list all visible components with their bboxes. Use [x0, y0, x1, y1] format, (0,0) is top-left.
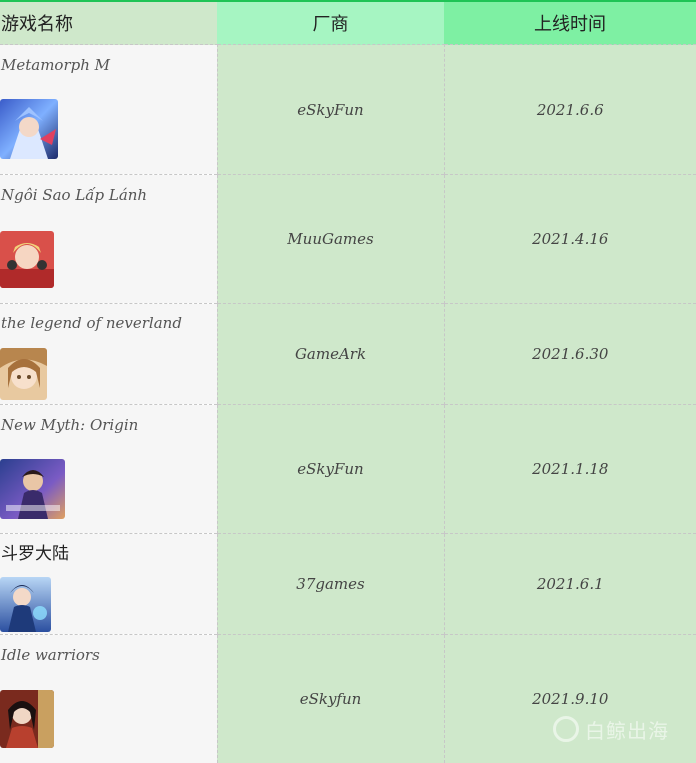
- game-name: Metamorph M: [1, 56, 111, 74]
- header-vendor: 厂商: [217, 2, 444, 45]
- table-row: 斗罗大陆 37games 2021.6.1: [0, 533, 696, 635]
- launch-date-cell: 2021.4.16: [444, 174, 696, 304]
- table-row: Ngôi Sao Lấp Lánh MuuGames 2021.4.16: [0, 174, 696, 304]
- header-game-name: 游戏名称: [0, 2, 217, 45]
- game-name-cell: 斗罗大陆: [0, 533, 218, 635]
- game-name-cell: Idle warriors: [0, 634, 218, 763]
- game-thumbnail-new-myth-origin: [0, 459, 65, 519]
- vendor-cell: eSkyfun: [217, 634, 445, 763]
- game-thumbnail-legend-of-neverland: [0, 348, 47, 400]
- games-table: 游戏名称 厂商 上线时间 Metamorph M eSkyFun 2021.6.…: [0, 2, 696, 763]
- game-name-cell: Ngôi Sao Lấp Lánh: [0, 174, 218, 304]
- table-row: the legend of neverland GameArk 2021.6.3…: [0, 303, 696, 405]
- game-name-cell: Metamorph M: [0, 44, 218, 175]
- game-thumbnail-douluo-dalu: [0, 577, 51, 632]
- table-header-row: 游戏名称 厂商 上线时间: [0, 2, 696, 45]
- launch-date-cell: 2021.6.30: [444, 303, 696, 405]
- game-name: the legend of neverland: [1, 314, 182, 332]
- vendor-cell: MuuGames: [217, 174, 445, 304]
- game-thumbnail-ngoi-sao-lap-lanh: [0, 231, 54, 288]
- launch-date-cell: 2021.6.1: [444, 533, 696, 635]
- table-row: New Myth: Origin eSkyFun 2021.1.18: [0, 404, 696, 534]
- vendor-cell: GameArk: [217, 303, 445, 405]
- whale-logo-icon: [553, 716, 579, 742]
- launch-date-cell: 2021.6.6: [444, 44, 696, 175]
- game-name: New Myth: Origin: [1, 416, 139, 434]
- game-name: 斗罗大陆: [1, 544, 69, 564]
- table-row: Metamorph M eSkyFun 2021.6.6: [0, 44, 696, 175]
- game-thumbnail-idle-warriors: [0, 690, 54, 748]
- header-launch-date: 上线时间: [444, 2, 696, 45]
- game-name-cell: the legend of neverland: [0, 303, 218, 405]
- vendor-cell: 37games: [217, 533, 445, 635]
- game-thumbnail-metamorph-m: [0, 99, 58, 159]
- game-name: Idle warriors: [1, 646, 100, 664]
- launch-date-cell: 2021.1.18: [444, 404, 696, 534]
- watermark-text: 白鲸出海: [585, 719, 669, 743]
- vendor-cell: eSkyFun: [217, 404, 445, 534]
- game-name-cell: New Myth: Origin: [0, 404, 218, 534]
- game-name: Ngôi Sao Lấp Lánh: [1, 186, 148, 204]
- vendor-cell: eSkyFun: [217, 44, 445, 175]
